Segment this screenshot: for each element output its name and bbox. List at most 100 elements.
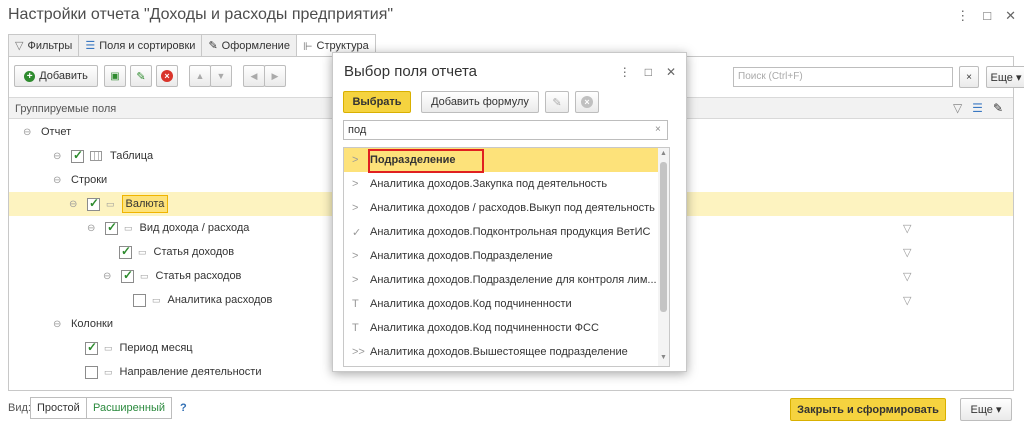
collapse-icon[interactable]: ⊖ — [23, 127, 35, 138]
row-label: Период месяц — [119, 342, 193, 354]
field-search-input[interactable]: под — [343, 120, 668, 140]
collapse-icon[interactable]: ⊖ — [103, 271, 115, 282]
scroll-down-icon[interactable]: ▼ — [660, 354, 667, 361]
pencil-icon: ✎ — [136, 70, 146, 83]
list-item[interactable]: > Аналитика доходов.Подразделение для ко… — [344, 268, 660, 292]
row-checkbox[interactable] — [71, 148, 84, 163]
move-up-button[interactable]: ▲ — [189, 65, 211, 87]
clear-search-icon[interactable]: × — [655, 124, 661, 135]
row-checkbox[interactable] — [121, 268, 134, 283]
row-checkbox[interactable] — [85, 340, 98, 355]
field-list[interactable]: > Подразделение > Аналитика доходов.Заку… — [343, 147, 670, 367]
expand-icon[interactable]: > — [352, 202, 366, 214]
list-item-label: Аналитика доходов.Подконтрольная продукц… — [370, 226, 651, 238]
filter-icon[interactable]: ▽ — [903, 246, 911, 259]
list-item[interactable]: > Аналитика доходов / расходов.Выкуп под… — [344, 196, 660, 220]
collapse-icon[interactable]: ⊖ — [87, 223, 99, 234]
row-checkbox[interactable] — [119, 244, 132, 259]
more-actions-icon[interactable]: ⋮ — [619, 65, 631, 79]
move-right-button[interactable]: ▶ — [264, 65, 286, 87]
list-item[interactable]: >> Аналитика доходов.Вышестоящее подразд… — [344, 340, 660, 364]
add-button[interactable]: + Добавить — [14, 65, 98, 87]
list-item-label: Аналитика доходов.Код подчиненности — [370, 298, 572, 310]
maximize-icon[interactable]: □ — [983, 8, 991, 24]
tab-filters[interactable]: ▽ Фильтры — [8, 34, 80, 56]
edit-button[interactable]: ✎ — [130, 65, 152, 87]
maximize-icon[interactable]: □ — [645, 65, 652, 79]
move-left-button[interactable]: ◀ — [243, 65, 265, 87]
search-input[interactable]: Поиск (Ctrl+F) — [733, 67, 953, 87]
tab-label: Оформление — [221, 39, 290, 52]
table-icon — [90, 151, 102, 161]
view-extended-button[interactable]: Расширенный — [86, 397, 172, 419]
tab-label: Фильтры — [27, 39, 73, 52]
highlight-frame — [368, 149, 484, 173]
row-checkbox[interactable] — [105, 220, 118, 235]
boolean-icon: ✓ — [352, 226, 362, 239]
expand-icon[interactable]: > — [352, 250, 366, 262]
list-item[interactable]: T Аналитика доходов.Код подчиненности — [344, 292, 660, 316]
delete-button[interactable]: × — [575, 91, 599, 113]
row-checkbox[interactable] — [133, 293, 146, 307]
close-icon[interactable]: ✕ — [1005, 8, 1016, 24]
close-icon[interactable]: ✕ — [666, 65, 676, 79]
edit-button[interactable]: ✎ — [545, 91, 569, 113]
filter-icon[interactable]: ▽ — [903, 270, 911, 283]
filter-icon[interactable]: ▽ — [903, 222, 911, 235]
delete-button[interactable]: × — [156, 65, 178, 87]
move-down-button[interactable]: ▼ — [210, 65, 232, 87]
tab-label: Структура — [316, 40, 369, 52]
list-item[interactable]: > Аналитика доходов.Закупка под деятельн… — [344, 172, 660, 196]
close-and-generate-button[interactable]: Закрыть и сформировать — [790, 398, 946, 421]
field-icon: ▭ — [140, 270, 148, 281]
brush-icon[interactable]: ✎ — [993, 101, 1003, 115]
arrow-left-icon: ◀ — [250, 70, 258, 81]
list-item-label: Аналитика доходов.Подразделение — [370, 250, 553, 262]
choose-button[interactable]: Выбрать — [343, 91, 411, 113]
text-type-icon: T — [352, 298, 359, 310]
view-simple-button[interactable]: Простой — [30, 397, 87, 419]
search-clear-button[interactable]: × — [959, 66, 979, 88]
list-item[interactable]: T Аналитика доходов.Код подчиненности ФС… — [344, 316, 660, 340]
row-checkbox[interactable] — [87, 196, 100, 211]
help-icon[interactable]: ? — [180, 402, 187, 414]
collapse-icon[interactable]: ⊖ — [69, 199, 81, 210]
scroll-up-icon[interactable]: ▲ — [660, 150, 667, 157]
expand-icon[interactable]: > — [352, 154, 366, 166]
more-button[interactable]: Еще ▾ — [986, 66, 1024, 88]
group-icon: ▣ — [110, 70, 120, 82]
list-item[interactable]: ✓ Аналитика доходов.Подконтрольная проду… — [344, 220, 660, 244]
collapse-icon[interactable]: ⊖ — [53, 175, 65, 186]
row-label: Таблица — [110, 150, 154, 162]
row-checkbox[interactable] — [85, 365, 98, 379]
list-item-label: Аналитика доходов.Подразделение для конт… — [370, 274, 657, 286]
scrollbar[interactable]: ▲ ▼ — [658, 148, 669, 366]
row-label: Статья расходов — [155, 270, 242, 282]
row-label: Аналитика расходов — [167, 294, 273, 306]
field-picker-dialog: Выбор поля отчета ⋮ □ ✕ Выбрать Добавить… — [332, 52, 687, 372]
expand-icon[interactable]: > — [352, 274, 366, 286]
expand-icon[interactable]: > — [352, 178, 366, 190]
collapse-icon[interactable]: ⊖ — [53, 319, 65, 330]
list-item[interactable]: > Аналитика доходов.Подразделение — [344, 244, 660, 268]
sort-icon[interactable]: ☰ — [972, 101, 983, 115]
expand-all-icon[interactable]: >> — [352, 346, 366, 358]
more-actions-icon[interactable]: ⋮ — [956, 8, 969, 24]
field-icon: ▭ — [152, 294, 160, 305]
add-button-label: Добавить — [39, 70, 88, 82]
group-add-button[interactable]: ▣ — [104, 65, 126, 87]
filter-icon[interactable]: ▽ — [953, 101, 962, 115]
more-button[interactable]: Еще ▾ — [960, 398, 1012, 421]
view-label: Вид: — [8, 402, 31, 414]
brush-icon: ✎ — [208, 40, 218, 52]
window-controls: ⋮ □ ✕ — [956, 8, 1016, 24]
add-formula-button[interactable]: Добавить формулу — [421, 91, 539, 113]
tab-fields-sorting[interactable]: ☰ Поля и сортировки — [78, 34, 203, 56]
filter-icon[interactable]: ▽ — [903, 294, 911, 307]
collapse-icon[interactable]: ⊖ — [53, 151, 65, 162]
dialog-title: Выбор поля отчета — [344, 63, 477, 80]
tab-appearance[interactable]: ✎ Оформление — [201, 34, 297, 56]
dialog-controls: ⋮ □ ✕ — [619, 65, 676, 79]
tab-label: Поля и сортировки — [99, 39, 196, 52]
scrollbar-thumb[interactable] — [660, 162, 667, 312]
